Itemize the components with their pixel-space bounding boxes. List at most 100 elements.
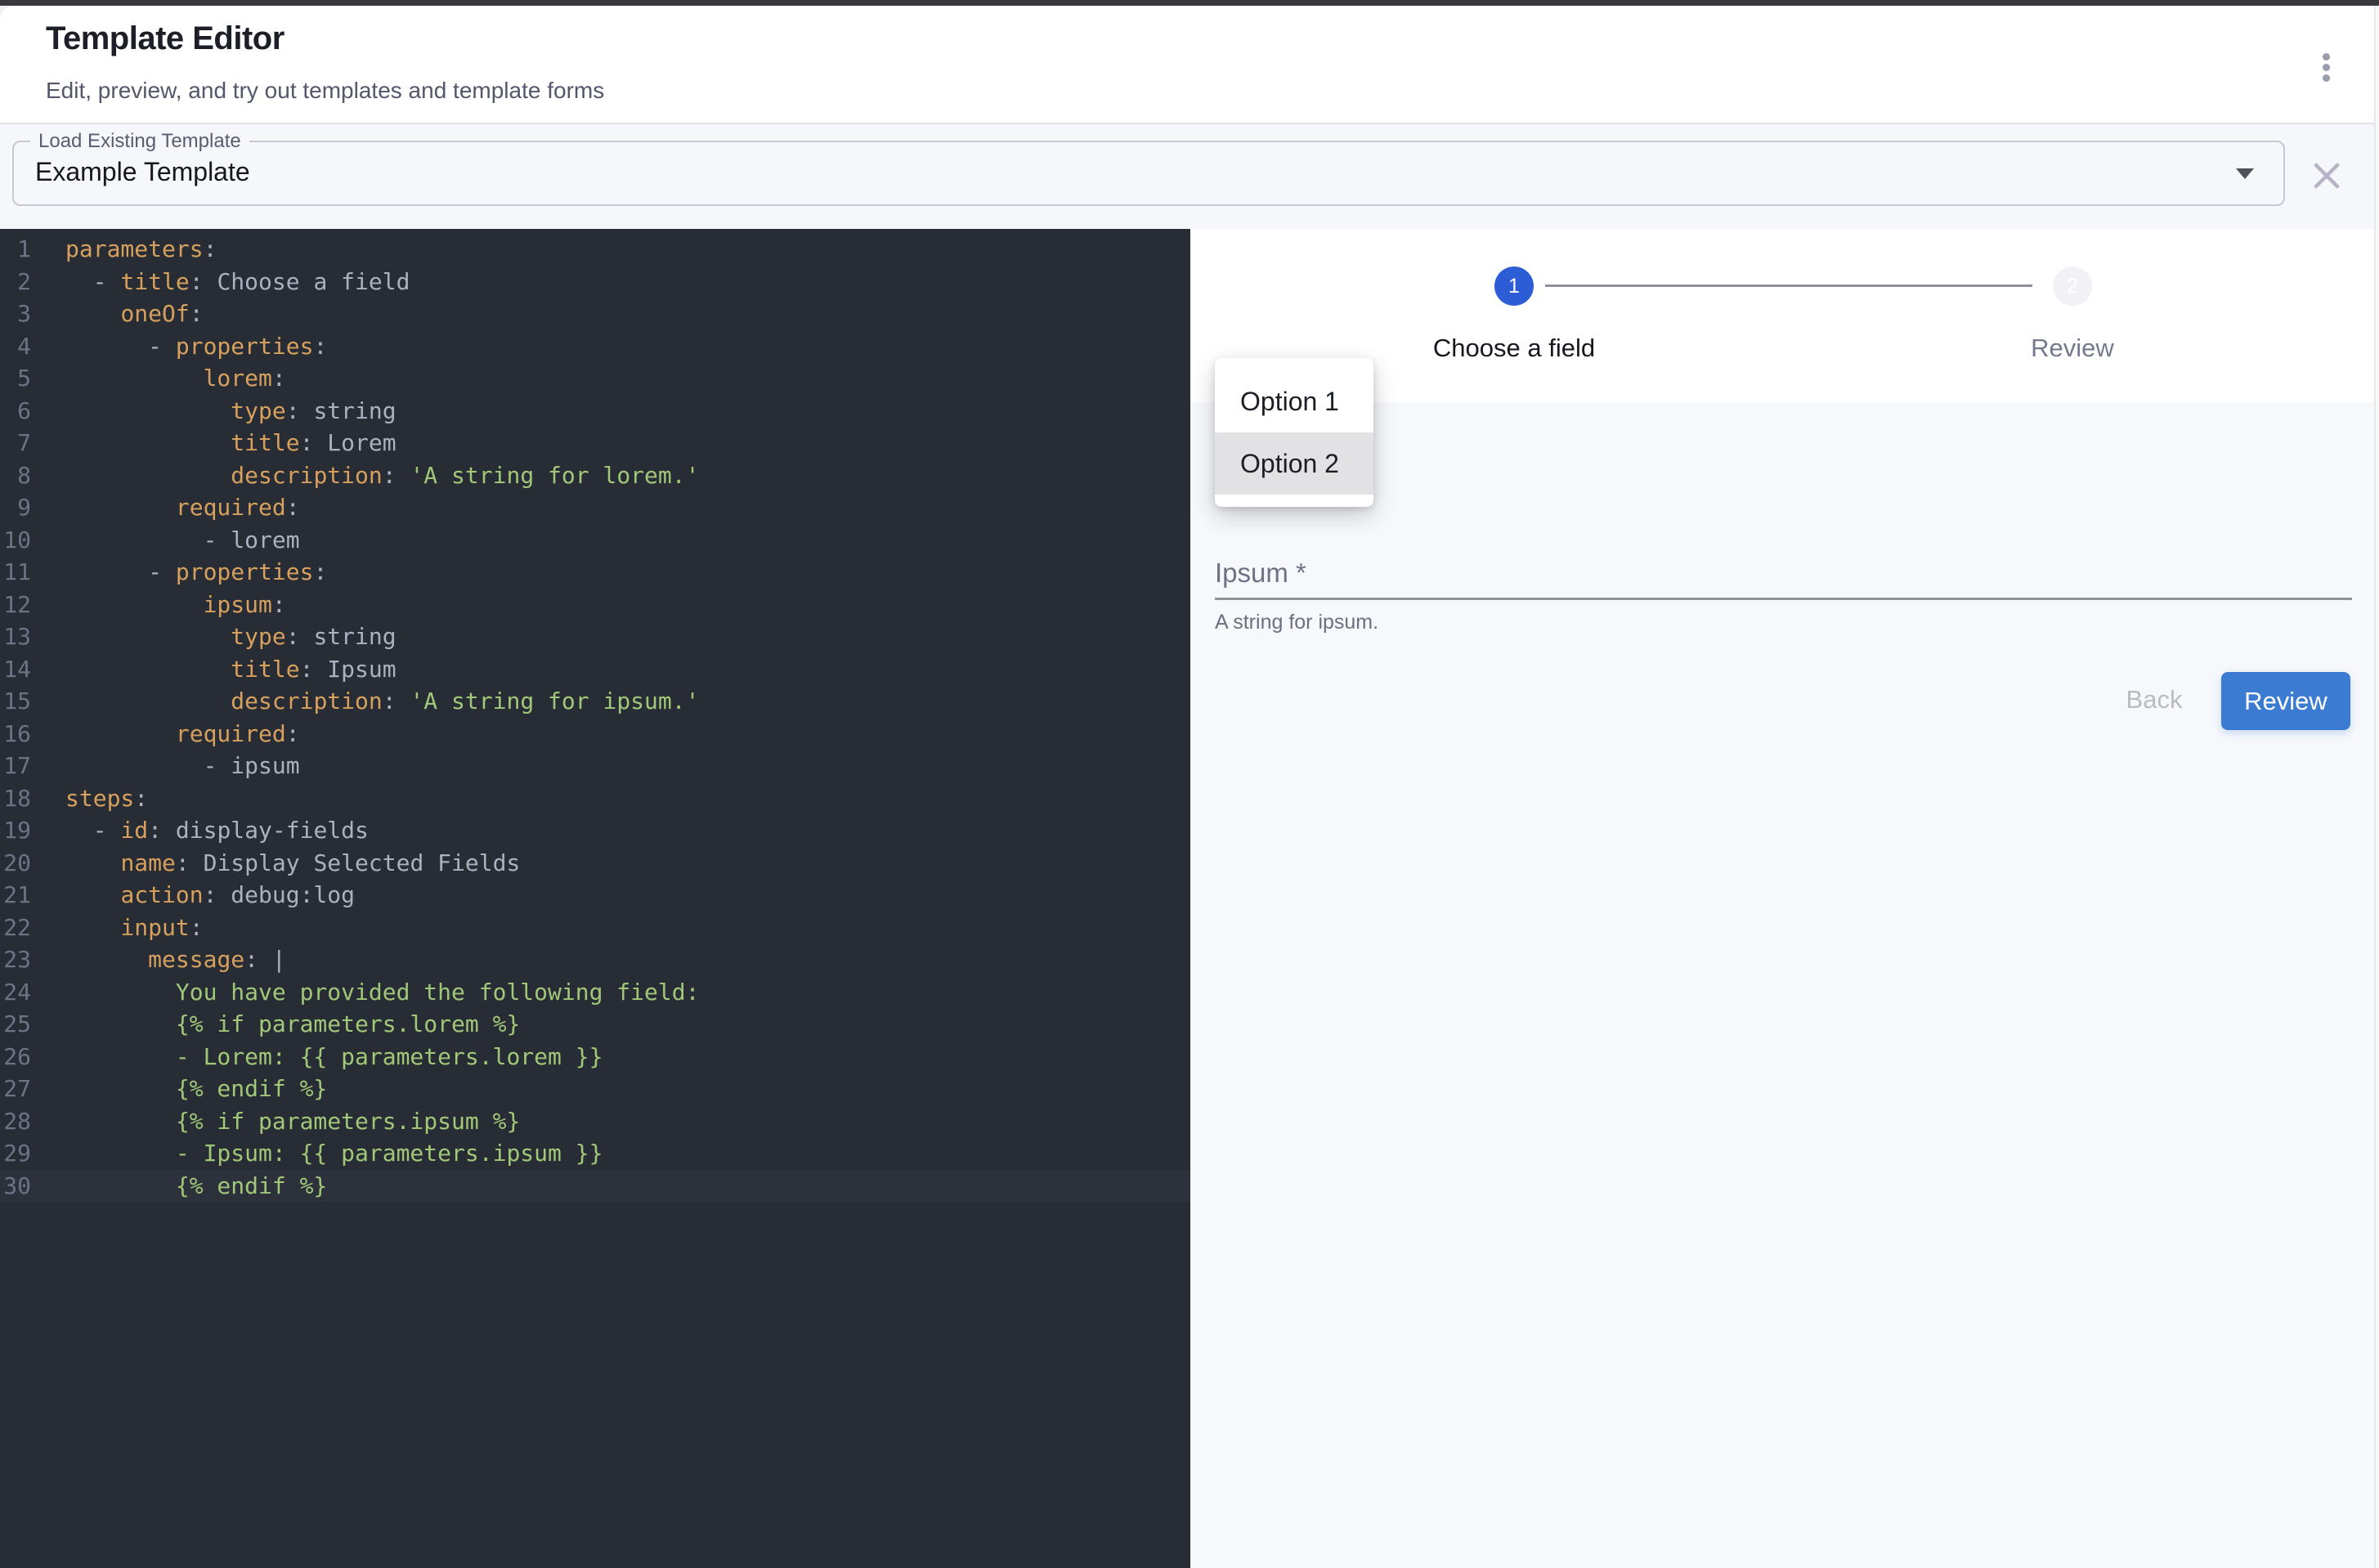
code-line[interactable]: 10 - lorem xyxy=(0,524,1190,557)
close-icon xyxy=(2309,158,2345,194)
line-number: 9 xyxy=(0,491,31,524)
line-number: 10 xyxy=(0,524,31,557)
code-line[interactable]: 3 oneOf: xyxy=(0,298,1190,330)
line-number: 26 xyxy=(0,1041,31,1073)
code-text: lorem: xyxy=(65,362,286,395)
line-number: 8 xyxy=(0,459,31,492)
code-text: {% if parameters.ipsum %} xyxy=(65,1105,520,1138)
code-line[interactable]: 17 - ipsum xyxy=(0,750,1190,782)
code-text: - Lorem: {{ parameters.lorem }} xyxy=(65,1041,603,1073)
page-header: Template Editor Edit, preview, and try o… xyxy=(0,6,2379,124)
code-text: - id: display-fields xyxy=(65,814,369,847)
code-line[interactable]: 27 {% endif %} xyxy=(0,1073,1190,1105)
code-line[interactable]: 2 - title: Choose a field xyxy=(0,266,1190,298)
code-line[interactable]: 25 {% if parameters.lorem %} xyxy=(0,1008,1190,1041)
code-line[interactable]: 4 - properties: xyxy=(0,330,1190,363)
code-text: - properties: xyxy=(65,556,327,589)
line-number: 7 xyxy=(0,427,31,459)
kebab-dot-icon xyxy=(2323,64,2330,71)
line-number: 23 xyxy=(0,943,31,976)
step-2-label: Review xyxy=(1909,334,2236,363)
code-line[interactable]: 23 message: | xyxy=(0,943,1190,976)
line-number: 16 xyxy=(0,718,31,750)
code-line[interactable]: 1 parameters: xyxy=(0,233,1190,266)
code-text: You have provided the following field: xyxy=(65,976,699,1009)
page-subtitle: Edit, preview, and try out templates and… xyxy=(46,78,604,104)
code-line[interactable]: 7 title: Lorem xyxy=(0,427,1190,459)
load-template-section: Load Existing Template Example Template xyxy=(0,123,2379,230)
line-number: 27 xyxy=(0,1073,31,1105)
code-text: - properties: xyxy=(65,330,327,363)
line-number: 22 xyxy=(0,912,31,944)
line-number: 6 xyxy=(0,395,31,428)
code-line[interactable]: 24 You have provided the following field… xyxy=(0,976,1190,1009)
code-text: required: xyxy=(65,491,300,524)
line-number: 15 xyxy=(0,685,31,718)
code-text: - Ipsum: {{ parameters.ipsum }} xyxy=(65,1137,603,1170)
load-template-select[interactable]: Load Existing Template Example Template xyxy=(12,141,2285,206)
code-text: type: string xyxy=(65,620,396,653)
code-line[interactable]: 5 lorem: xyxy=(0,362,1190,395)
code-line[interactable]: 30 {% endif %} xyxy=(0,1170,1190,1203)
code-text: action: debug:log xyxy=(65,879,355,912)
code-text: steps: xyxy=(65,782,148,815)
code-line[interactable]: 9 required: xyxy=(0,491,1190,524)
code-text: - ipsum xyxy=(65,750,300,782)
menu-option[interactable]: Option 1 xyxy=(1215,370,1373,432)
clear-template-button[interactable] xyxy=(2309,158,2345,194)
code-text: - title: Choose a field xyxy=(65,266,410,298)
line-number: 18 xyxy=(0,782,31,815)
code-text: description: 'A string for lorem.' xyxy=(65,459,699,492)
menu-option[interactable]: Option 2 xyxy=(1215,432,1373,495)
yaml-code-editor[interactable]: 1parameters:2 - title: Choose a field3 o… xyxy=(0,229,1190,1568)
right-margin xyxy=(2376,6,2379,1568)
code-line[interactable]: 22 input: xyxy=(0,912,1190,944)
code-line[interactable]: 29 - Ipsum: {{ parameters.ipsum }} xyxy=(0,1137,1190,1170)
code-text: - lorem xyxy=(65,524,300,557)
code-text: {% endif %} xyxy=(65,1170,327,1203)
code-text: {% if parameters.lorem %} xyxy=(65,1008,520,1041)
code-text: {% endif %} xyxy=(65,1073,327,1105)
code-line[interactable]: 28 {% if parameters.ipsum %} xyxy=(0,1105,1190,1138)
code-text: title: Ipsum xyxy=(65,653,396,686)
code-line[interactable]: 6 type: string xyxy=(0,395,1190,428)
code-text: parameters: xyxy=(65,233,217,266)
line-number: 1 xyxy=(0,233,31,266)
code-lines: 1parameters:2 - title: Choose a field3 o… xyxy=(0,229,1190,1202)
code-line[interactable]: 8 description: 'A string for lorem.' xyxy=(0,459,1190,492)
code-line[interactable]: 20 name: Display Selected Fields xyxy=(0,847,1190,880)
code-line[interactable]: 12 ipsum: xyxy=(0,589,1190,621)
review-button[interactable]: Review xyxy=(2221,672,2350,730)
step-1-indicator: 1 xyxy=(1494,267,1534,306)
code-line[interactable]: 16 required: xyxy=(0,718,1190,750)
code-line[interactable]: 18 steps: xyxy=(0,782,1190,815)
line-number: 4 xyxy=(0,330,31,363)
page-title: Template Editor xyxy=(46,20,284,57)
line-number: 17 xyxy=(0,750,31,782)
code-line[interactable]: 14 title: Ipsum xyxy=(0,653,1190,686)
code-line[interactable]: 15 description: 'A string for ipsum.' xyxy=(0,685,1190,718)
code-line[interactable]: 11 - properties: xyxy=(0,556,1190,589)
back-button[interactable]: Back xyxy=(2097,673,2211,727)
line-number: 29 xyxy=(0,1137,31,1170)
kebab-dot-icon xyxy=(2323,53,2330,60)
code-line[interactable]: 26 - Lorem: {{ parameters.lorem }} xyxy=(0,1041,1190,1073)
line-number: 21 xyxy=(0,879,31,912)
more-options-button[interactable] xyxy=(2304,42,2348,92)
ipsum-input[interactable] xyxy=(1215,553,2355,598)
code-text: description: 'A string for ipsum.' xyxy=(65,685,699,718)
line-number: 14 xyxy=(0,653,31,686)
ipsum-field-underline xyxy=(1215,598,2352,600)
line-number: 2 xyxy=(0,266,31,298)
code-line[interactable]: 21 action: debug:log xyxy=(0,879,1190,912)
ipsum-helper-text: A string for ipsum. xyxy=(1215,611,1378,634)
code-line[interactable]: 19 - id: display-fields xyxy=(0,814,1190,847)
code-text: type: string xyxy=(65,395,396,428)
line-number: 5 xyxy=(0,362,31,395)
code-line[interactable]: 13 type: string xyxy=(0,620,1190,653)
code-text: required: xyxy=(65,718,300,750)
stepper-connector xyxy=(1545,284,2032,287)
line-number: 13 xyxy=(0,620,31,653)
code-text: name: Display Selected Fields xyxy=(65,847,520,880)
line-number: 30 xyxy=(0,1170,31,1203)
